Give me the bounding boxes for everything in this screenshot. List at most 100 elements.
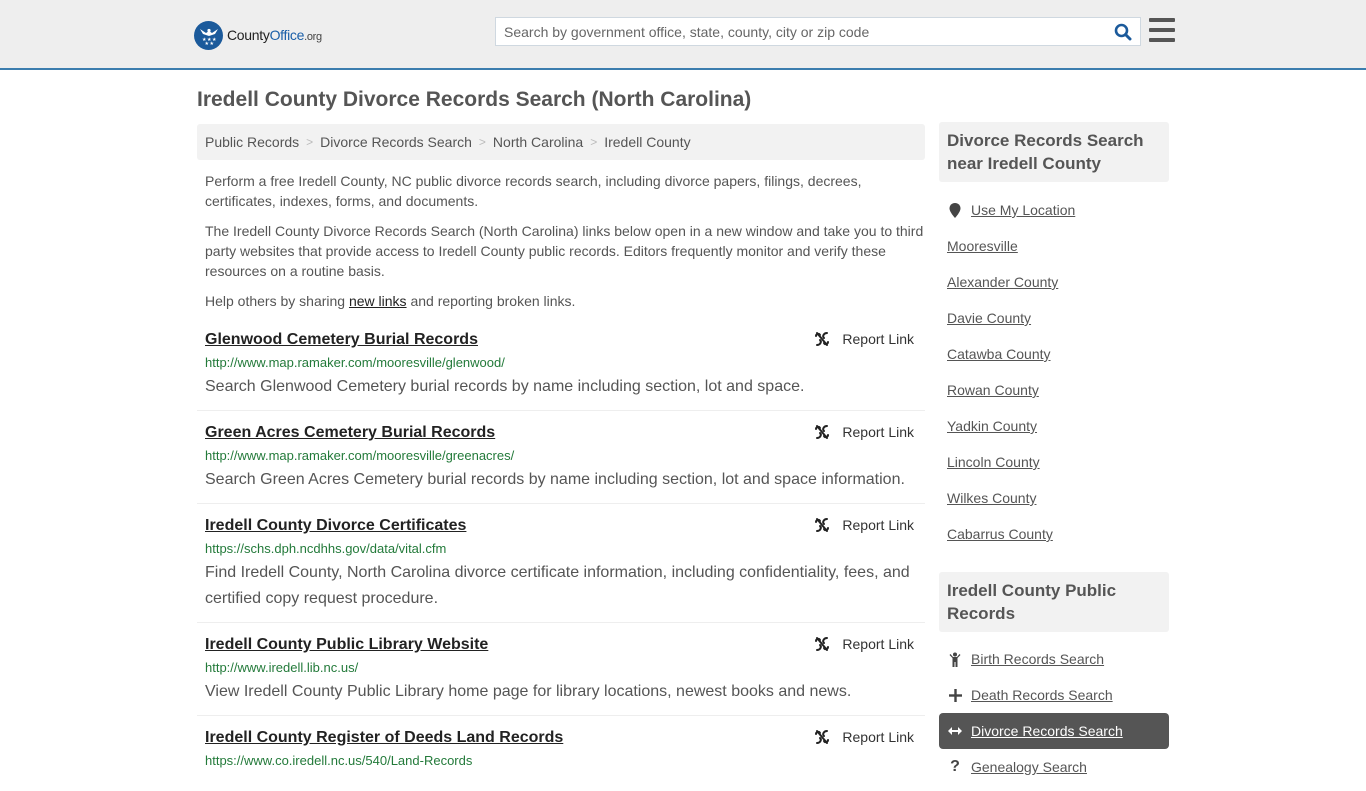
- broken-link-icon: [815, 425, 830, 439]
- public-records-item: ? Genealogy Search: [947, 749, 1169, 785]
- nearby-link-lincoln-county[interactable]: Lincoln County: [947, 454, 1040, 470]
- nearby-heading: Divorce Records Search near Iredell Coun…: [939, 122, 1169, 182]
- public-records-item: Death Records Search: [947, 677, 1169, 713]
- result-title-link[interactable]: Iredell County Register of Deeds Land Re…: [205, 725, 563, 751]
- menu-bar: [1149, 38, 1175, 42]
- report-link-label: Report Link: [842, 636, 914, 652]
- search-input[interactable]: [496, 18, 1106, 45]
- report-link-label: Report Link: [842, 729, 914, 745]
- breadcrumb-separator: >: [478, 135, 486, 149]
- nearby-item: Yadkin County: [947, 408, 1169, 444]
- nearby-link-mooresville[interactable]: Mooresville: [947, 238, 1018, 254]
- result-url: http://www.map.ramaker.com/mooresville/g…: [205, 355, 505, 370]
- nearby-link-catawba-county[interactable]: Catawba County: [947, 346, 1051, 362]
- result-description: Search Glenwood Cemetery burial records …: [205, 378, 805, 395]
- genealogy-search-link[interactable]: Genealogy Search: [971, 759, 1087, 775]
- arrows-horizontal-icon: [947, 726, 963, 736]
- nearby-item: Wilkes County: [947, 480, 1169, 516]
- logo-text-tld: .org: [304, 31, 322, 43]
- intro-text: Perform a free Iredell County, NC public…: [205, 171, 925, 321]
- breadcrumb-north-carolina[interactable]: North Carolina: [493, 134, 583, 150]
- logo-text-county: County: [227, 27, 270, 43]
- death-records-search-link[interactable]: Death Records Search: [971, 687, 1113, 703]
- svg-text:★: ★: [209, 41, 214, 46]
- result-title-link[interactable]: Glenwood Cemetery Burial Records: [205, 327, 478, 353]
- breadcrumb: Public Records > Divorce Records Search …: [197, 124, 925, 160]
- nearby-item: Cabarrus County: [947, 516, 1169, 552]
- result-title-link[interactable]: Iredell County Divorce Certificates: [205, 513, 466, 539]
- logo-wordmark: CountyOffice.org: [227, 27, 322, 43]
- result-url: http://www.iredell.lib.nc.us/: [205, 660, 359, 675]
- result-url: https://schs.dph.ncdhhs.gov/data/vital.c…: [205, 541, 447, 556]
- result-item: Iredell County Divorce Certificates http…: [197, 513, 925, 623]
- result-item: Green Acres Cemetery Burial Records http…: [197, 420, 925, 504]
- nearby-link-alexander-county[interactable]: Alexander County: [947, 274, 1058, 290]
- child-icon: [947, 652, 963, 667]
- report-link-button[interactable]: Report Link: [814, 424, 914, 440]
- nearby-link-cabarrus-county[interactable]: Cabarrus County: [947, 526, 1053, 542]
- nearby-item: Davie County: [947, 300, 1169, 336]
- map-marker-icon: [947, 202, 963, 218]
- breadcrumb-iredell-county[interactable]: Iredell County: [604, 134, 690, 150]
- report-link-label: Report Link: [842, 424, 914, 440]
- public-records-item-active: Divorce Records Search: [939, 713, 1169, 749]
- report-link-button[interactable]: Report Link: [814, 517, 914, 533]
- header-divider: [0, 68, 1366, 70]
- intro-text-segment: and reporting broken links.: [406, 293, 576, 309]
- birth-records-search-link[interactable]: Birth Records Search: [971, 651, 1104, 667]
- intro-paragraph-3: Help others by sharing new links and rep…: [205, 291, 925, 311]
- hamburger-menu-button[interactable]: [1149, 18, 1175, 42]
- intro-text-segment: Help others by sharing: [205, 293, 349, 309]
- plus-icon: [947, 688, 963, 702]
- report-link-button[interactable]: Report Link: [814, 636, 914, 652]
- public-records-item: Birth Records Search: [947, 641, 1169, 677]
- result-item: Iredell County Register of Deeds Land Re…: [197, 725, 925, 782]
- broken-link-icon: [815, 332, 830, 346]
- broken-link-icon: [815, 518, 830, 532]
- new-links-link[interactable]: new links: [349, 293, 407, 309]
- result-title-link[interactable]: Iredell County Public Library Website: [205, 632, 488, 658]
- result-title-link[interactable]: Green Acres Cemetery Burial Records: [205, 420, 495, 446]
- search-button[interactable]: [1106, 18, 1140, 45]
- broken-link-icon: [815, 637, 830, 651]
- nearby-link-yadkin-county[interactable]: Yadkin County: [947, 418, 1037, 434]
- nearby-item: Lincoln County: [947, 444, 1169, 480]
- nearby-item: Rowan County: [947, 372, 1169, 408]
- site-logo[interactable]: ★ ★ ★ ★ ★ CountyOffice.org: [194, 20, 322, 50]
- breadcrumb-public-records[interactable]: Public Records: [205, 134, 299, 150]
- eagle-logo-icon: ★ ★ ★ ★ ★: [194, 20, 223, 50]
- search-icon: [1114, 23, 1132, 40]
- public-records-list: Birth Records Search Death Records Searc…: [939, 641, 1169, 785]
- nearby-link-rowan-county[interactable]: Rowan County: [947, 382, 1039, 398]
- result-description: View Iredell County Public Library home …: [205, 683, 852, 700]
- result-description: Search Green Acres Cemetery burial recor…: [205, 471, 905, 488]
- page-title: Iredell County Divorce Records Search (N…: [197, 88, 752, 111]
- use-my-location-item: Use My Location: [947, 192, 1169, 228]
- use-my-location-link[interactable]: Use My Location: [971, 202, 1075, 218]
- menu-bar: [1149, 18, 1175, 22]
- results-list: Glenwood Cemetery Burial Records http://…: [197, 327, 925, 791]
- logo-text-office: Office: [269, 27, 305, 43]
- nearby-item: Catawba County: [947, 336, 1169, 372]
- broken-link-icon: [815, 730, 830, 744]
- nearby-link-davie-county[interactable]: Davie County: [947, 310, 1031, 326]
- nearby-item: Mooresville: [947, 228, 1169, 264]
- nearby-list: Use My Location Mooresville Alexander Co…: [947, 192, 1169, 552]
- breadcrumb-separator: >: [590, 135, 598, 149]
- menu-bar: [1149, 28, 1175, 32]
- question-icon: ?: [950, 758, 960, 775]
- result-description: Find Iredell County, North Carolina divo…: [205, 564, 910, 607]
- intro-paragraph-1: Perform a free Iredell County, NC public…: [205, 173, 862, 209]
- report-link-button[interactable]: Report Link: [814, 331, 914, 347]
- search-bar: [495, 17, 1141, 46]
- public-records-heading: Iredell County Public Records: [939, 572, 1169, 632]
- report-link-button[interactable]: Report Link: [814, 729, 914, 745]
- nearby-link-wilkes-county[interactable]: Wilkes County: [947, 490, 1036, 506]
- divorce-records-search-link[interactable]: Divorce Records Search: [971, 723, 1123, 739]
- nearby-item: Alexander County: [947, 264, 1169, 300]
- report-link-label: Report Link: [842, 331, 914, 347]
- result-item: Iredell County Public Library Website ht…: [197, 632, 925, 716]
- result-url: https://www.co.iredell.nc.us/540/Land-Re…: [205, 753, 473, 768]
- result-url: http://www.map.ramaker.com/mooresville/g…: [205, 448, 515, 463]
- breadcrumb-divorce-records-search[interactable]: Divorce Records Search: [320, 134, 472, 150]
